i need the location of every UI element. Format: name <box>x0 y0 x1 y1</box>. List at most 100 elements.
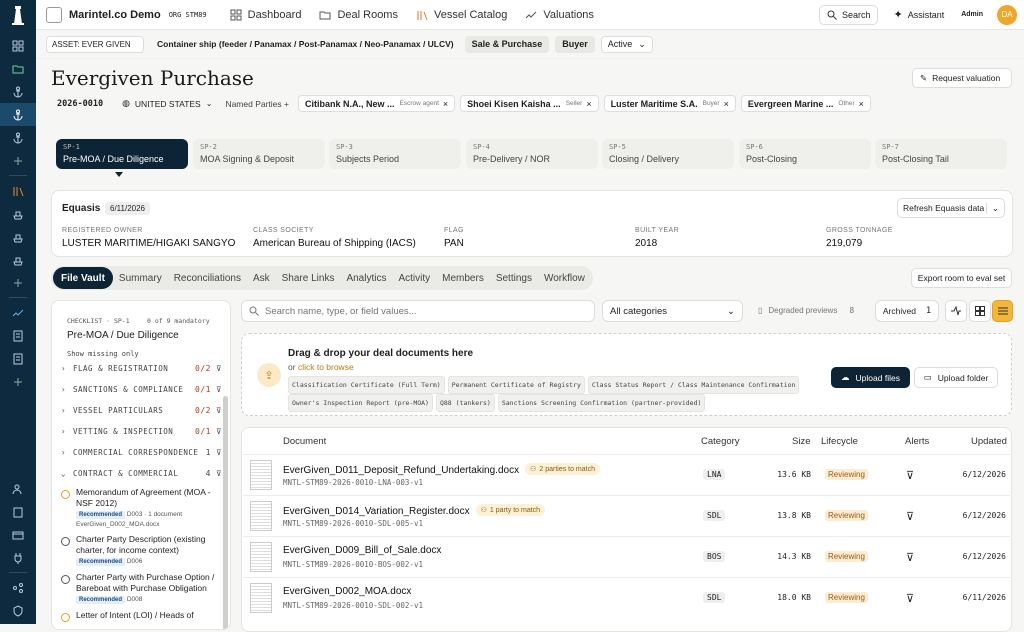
tab-reconciliations[interactable]: Reconciliations <box>168 267 247 289</box>
party-chip[interactable]: Citibank N.A., New ... Escrow agent × <box>297 95 456 112</box>
checklist-group[interactable]: › FLAG & REGISTRATION 0/2 ⊽ <box>52 358 222 379</box>
checklist-item[interactable]: Letter of Intent (LOI) / Heads of <box>52 610 222 622</box>
search-button[interactable]: Search <box>818 4 879 25</box>
trend-icon[interactable] <box>0 301 36 324</box>
stage-sp-4[interactable]: SP-4 Pre-Delivery / NOR <box>466 139 598 169</box>
request-valuation-button[interactable]: ✎ Request valuation <box>912 68 1012 88</box>
table-row[interactable]: EverGiven_D009_Bill_of_Sale.docx MNTL-ST… <box>243 536 1010 577</box>
role-pill[interactable]: Buyer <box>555 35 595 53</box>
grid-view-button[interactable] <box>969 300 991 322</box>
export-room-button[interactable]: Export room to eval set <box>911 268 1012 288</box>
share-icon[interactable] <box>0 576 36 599</box>
plug-icon[interactable] <box>0 546 36 569</box>
tab-file-vault[interactable]: File Vault <box>53 267 113 289</box>
nav-deal-rooms[interactable]: Deal Rooms <box>310 9 407 21</box>
stage-sp-1[interactable]: SP-1 Pre-MOA / Due Diligence <box>56 139 188 169</box>
stage-sp-3[interactable]: SP-3 Subjects Period <box>329 139 461 169</box>
checklist-group[interactable]: › SANCTIONS & COMPLIANCE 0/1 ⊽ <box>52 379 222 400</box>
folder-icon[interactable] <box>0 57 36 80</box>
app-name[interactable]: Marintel.co Demo <box>69 9 161 21</box>
report-icon[interactable] <box>0 324 36 347</box>
chevron-down-icon: ⌄ <box>205 99 213 108</box>
sparkle-icon: ✦ <box>893 9 903 21</box>
browse-link[interactable]: click to browse <box>298 362 354 372</box>
status-select[interactable]: Active ⌄ <box>600 35 653 53</box>
report-icon[interactable] <box>0 347 36 370</box>
nav-vessel-catalog[interactable]: Vessel Catalog <box>407 9 516 21</box>
degraded-previews-toggle[interactable]: ▯ Degraded previews 8 <box>758 306 854 315</box>
named-parties-button[interactable]: Named Parties + <box>225 99 289 109</box>
checklist-item[interactable]: Charter Party with Purchase Option / Bar… <box>52 572 222 604</box>
tab-members[interactable]: Members <box>436 267 490 289</box>
anchor-icon[interactable] <box>0 126 36 149</box>
checklist-item[interactable]: Charter Party Description (existing char… <box>52 534 222 566</box>
ship-icon[interactable] <box>0 202 36 225</box>
plus-icon[interactable] <box>0 271 36 294</box>
grid-icon <box>975 306 985 316</box>
stage-sp-6[interactable]: SP-6 Post-Closing <box>739 139 871 169</box>
stage-sp-2[interactable]: SP-2 MOA Signing & Deposit <box>193 139 325 169</box>
org-badge: ORG STM89 <box>168 10 207 19</box>
checklist-group[interactable]: › COMMERCIAL CORRESPONDENCE 1 ⊽ <box>52 442 222 463</box>
party-chip[interactable]: Shoei Kisen Kaisha ... Seller × <box>460 95 599 112</box>
checked-circle-icon <box>61 613 70 622</box>
admin-label[interactable]: Admin <box>961 11 983 18</box>
country-select[interactable]: UNITED STATES <box>135 99 201 109</box>
class-field: CLASS SOCIETY American Bureau of Shipping… <box>253 227 416 249</box>
tab-settings[interactable]: Settings <box>490 267 538 289</box>
scrollbar[interactable] <box>223 396 228 629</box>
refresh-equasis-button[interactable]: Refresh Equasis data ⌄ <box>897 198 1005 218</box>
category-select[interactable]: All categories ⌄ <box>602 300 743 322</box>
deal-type-pill[interactable]: Sale & Purchase <box>464 35 550 53</box>
checklist-item[interactable]: Memorandum of Agreement (MOA - NSF 2012)… <box>52 487 222 528</box>
upload-dropzone[interactable]: ⇪ Drag & drop your deal documents here o… <box>241 333 1012 416</box>
ship-icon[interactable] <box>0 248 36 271</box>
party-chip[interactable]: Evergreen Marine ... Other × <box>740 95 871 112</box>
search-input[interactable] <box>265 305 585 317</box>
table-row[interactable]: EverGiven_D014_Variation_Register.docx ⚇ 1… <box>243 495 1010 536</box>
checklist-stage: Pre-MOA / Due Diligence <box>67 330 179 341</box>
card-icon[interactable] <box>0 523 36 546</box>
table-row[interactable]: EverGiven_D011_Deposit_Refund_Undertakin… <box>243 454 1010 495</box>
ship-icon[interactable] <box>0 225 36 248</box>
building-icon[interactable] <box>0 500 36 523</box>
anchor-icon[interactable] <box>0 80 36 103</box>
stage-sp-7[interactable]: SP-7 Post-Closing Tail <box>875 139 1007 169</box>
search-field[interactable] <box>241 300 595 322</box>
assistant-button[interactable]: ✦ Assistant <box>886 5 951 25</box>
tab-share-links[interactable]: Share Links <box>276 267 341 289</box>
upload-files-button[interactable]: ☁ Upload files <box>831 367 910 388</box>
tab-summary[interactable]: Summary <box>113 267 168 289</box>
catalog-icon[interactable] <box>0 179 36 202</box>
party-chip[interactable]: Luster Maritime S.A. Buyer × <box>603 95 736 112</box>
deal-meta-row: 2026-0010 ◍ UNITED STATES ⌄ Named Partie… <box>51 95 871 112</box>
grid-icon[interactable] <box>0 34 36 57</box>
stage-sp-5[interactable]: SP-5 Closing / Delivery <box>602 139 734 169</box>
avatar[interactable]: DA <box>997 4 1017 25</box>
tab-ask[interactable]: Ask <box>247 267 276 289</box>
globe-icon: ◍ <box>122 98 130 108</box>
users-icon[interactable] <box>0 477 36 500</box>
anchor-active-icon[interactable] <box>0 103 36 126</box>
pulse-view-button[interactable] <box>945 300 967 322</box>
list-view-button[interactable] <box>992 300 1013 322</box>
checklist-group[interactable]: › VETTING & INSPECTION 0/1 ⊽ <box>52 421 222 442</box>
close-icon: × <box>858 98 864 109</box>
asset-selector[interactable]: ASSET: EVER GIVEN <box>46 35 144 53</box>
checklist-group[interactable]: › VESSEL PARTICULARS 0/2 ⊽ <box>52 400 222 421</box>
table-row[interactable]: EverGiven_D002_MOA.docx MNTL-STM89-2026-… <box>243 577 1010 618</box>
checklist-group[interactable]: ⌄ CONTRACT & COMMERCIAL 4 ⊽ <box>52 463 222 484</box>
nav-dashboard[interactable]: Dashboard <box>221 9 311 21</box>
plus-icon[interactable] <box>0 370 36 393</box>
shield-icon[interactable] <box>0 599 36 622</box>
tab-activity[interactable]: Activity <box>392 267 436 289</box>
top-bar: Marintel.co Demo ORG STM89 Dashboard Dea… <box>36 0 1024 30</box>
plus-icon[interactable] <box>0 149 36 172</box>
upload-folder-button[interactable]: ▭ Upload folder <box>914 367 998 388</box>
list-icon <box>997 307 1008 315</box>
archived-toggle[interactable]: Archived 1 <box>875 300 939 322</box>
nav-valuations[interactable]: Valuations <box>516 9 603 21</box>
show-missing-toggle[interactable]: Show missing only <box>67 350 139 358</box>
tab-analytics[interactable]: Analytics <box>340 267 392 289</box>
tab-workflow[interactable]: Workflow <box>538 267 591 289</box>
